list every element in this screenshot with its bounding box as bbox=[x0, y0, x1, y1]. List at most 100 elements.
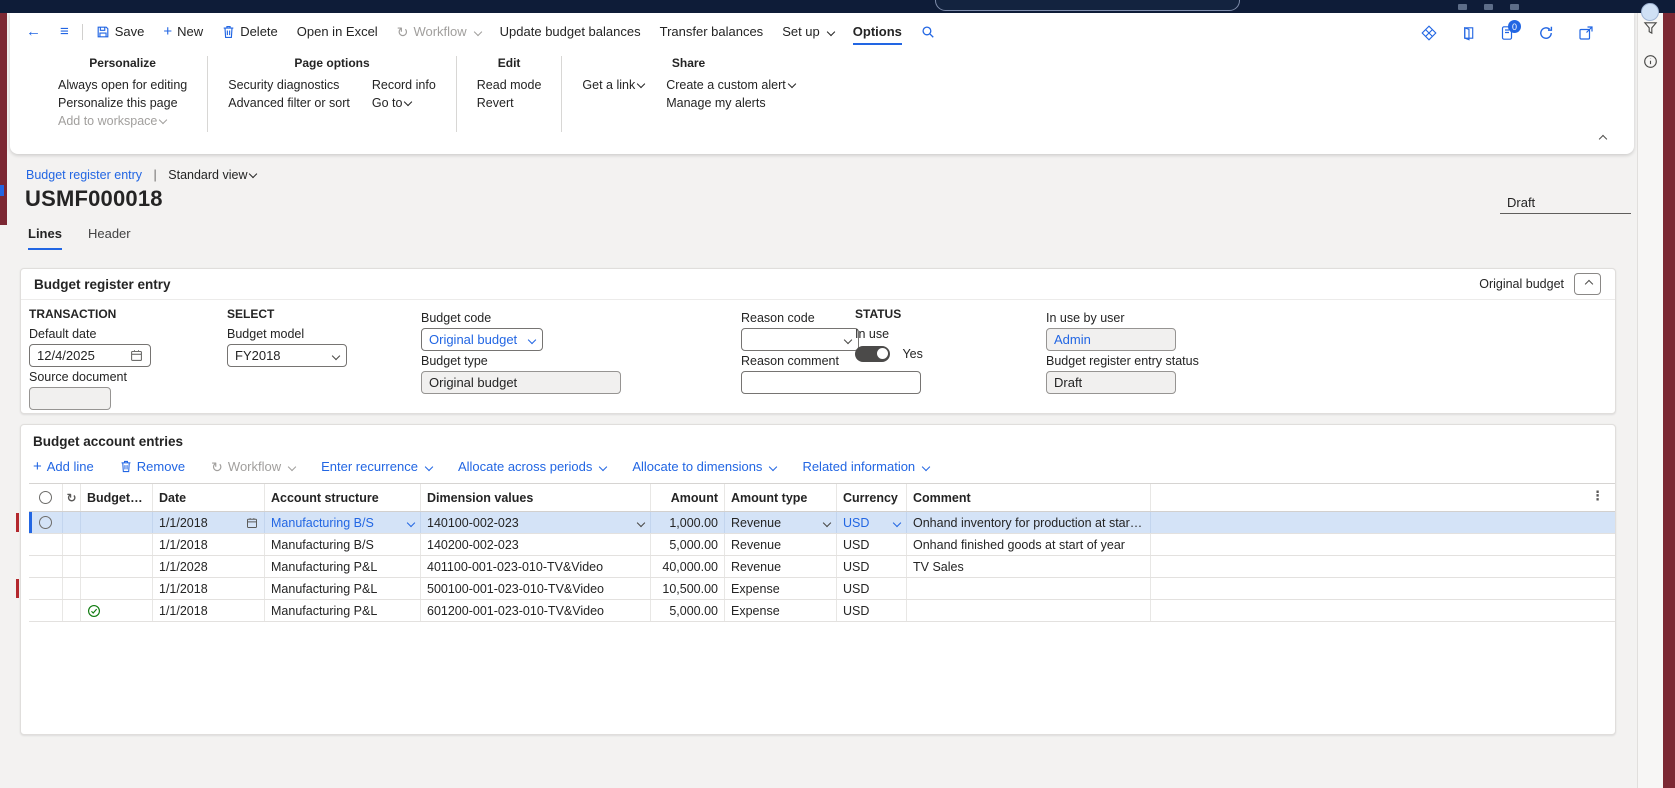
currency-cell[interactable]: USD bbox=[837, 534, 907, 555]
row-select-cell[interactable] bbox=[29, 556, 63, 577]
refresh-column-header[interactable]: ↻ bbox=[63, 484, 81, 511]
new-button[interactable]: + New bbox=[163, 24, 203, 39]
add-to-workspace-button[interactable]: Add to workspace bbox=[58, 114, 187, 129]
delete-button[interactable]: Delete bbox=[222, 24, 278, 39]
date-cell[interactable]: 1/1/2018 bbox=[153, 512, 265, 533]
related-information-button[interactable]: Related information bbox=[802, 459, 931, 474]
comment-cell[interactable]: Onhand finished goods at start of year bbox=[907, 534, 1151, 555]
amount-type-cell[interactable]: Revenue bbox=[725, 512, 837, 533]
read-mode-button[interactable]: Read mode bbox=[477, 78, 542, 93]
table-row[interactable]: 1/1/2018 Manufacturing P&L 601200-001-023-… bbox=[29, 600, 1615, 622]
dimension-values-cell[interactable]: 140100-002-023 bbox=[421, 512, 651, 533]
amount-type-cell[interactable]: Expense bbox=[725, 578, 837, 599]
dimension-values-cell[interactable]: 601200-001-023-010-TV&Video bbox=[421, 600, 651, 621]
comment-cell[interactable] bbox=[907, 600, 1151, 621]
row-refresh-cell[interactable] bbox=[63, 534, 81, 555]
amount-cell[interactable]: 10,500.00 bbox=[651, 578, 725, 599]
back-button[interactable]: ← bbox=[26, 24, 41, 39]
allocate-to-dimensions-button[interactable]: Allocate to dimensions bbox=[632, 459, 778, 474]
col-account-structure[interactable]: Account structure bbox=[265, 484, 421, 511]
comment-cell[interactable] bbox=[907, 578, 1151, 599]
open-in-new-window-icon[interactable] bbox=[1578, 25, 1594, 46]
col-budget-check[interactable]: Budget ch... bbox=[81, 484, 153, 511]
row-select-cell[interactable] bbox=[29, 578, 63, 599]
date-cell[interactable]: 1/1/2018 bbox=[153, 534, 265, 555]
task-recorder-icon[interactable] bbox=[1421, 25, 1437, 46]
tab-lines[interactable]: Lines bbox=[28, 226, 62, 250]
table-row[interactable]: 1/1/2018 Manufacturing B/S 140100-002-023 1… bbox=[16, 512, 1615, 534]
default-date-field[interactable]: 12/4/2025 bbox=[29, 344, 151, 367]
col-currency[interactable]: Currency bbox=[837, 484, 907, 511]
comment-cell[interactable]: TV Sales bbox=[907, 556, 1151, 577]
allocate-across-periods-button[interactable]: Allocate across periods bbox=[458, 459, 608, 474]
filler-cell[interactable] bbox=[1151, 556, 1615, 577]
budget-check-cell[interactable] bbox=[81, 512, 153, 533]
titlebar-search-box[interactable] bbox=[935, 0, 1240, 11]
amount-type-cell[interactable]: Revenue bbox=[725, 534, 837, 555]
date-cell[interactable]: 1/1/2028 bbox=[153, 556, 265, 577]
avatar[interactable] bbox=[1641, 3, 1659, 21]
options-tab[interactable]: Options bbox=[852, 24, 902, 45]
amount-cell[interactable]: 40,000.00 bbox=[651, 556, 725, 577]
budget-check-cell[interactable] bbox=[81, 578, 153, 599]
currency-cell[interactable]: USD bbox=[837, 578, 907, 599]
go-to-button[interactable]: Go to bbox=[372, 96, 436, 111]
row-select-cell[interactable] bbox=[29, 512, 63, 533]
budget-check-cell[interactable] bbox=[81, 556, 153, 577]
amount-cell[interactable]: 1,000.00 bbox=[651, 512, 725, 533]
workflow-button[interactable]: ↻ Workflow bbox=[397, 24, 482, 39]
account-structure-cell[interactable]: Manufacturing P&L bbox=[265, 600, 421, 621]
select-all-header[interactable] bbox=[29, 484, 63, 511]
comment-cell[interactable]: Onhand inventory for production at start… bbox=[907, 512, 1151, 533]
set-up-button[interactable]: Set up bbox=[782, 24, 836, 39]
row-refresh-cell[interactable] bbox=[63, 578, 81, 599]
create-a-custom-alert-button[interactable]: Create a custom alert bbox=[666, 78, 796, 93]
record-info-button[interactable]: Record info bbox=[372, 78, 436, 93]
get-a-link-button[interactable]: Get a link bbox=[582, 78, 646, 93]
budget-code-field[interactable]: Original budget bbox=[421, 328, 543, 351]
save-button[interactable]: Save bbox=[96, 24, 144, 39]
dimension-values-cell[interactable]: 401100-001-023-010-TV&Video bbox=[421, 556, 651, 577]
filler-cell[interactable] bbox=[1151, 600, 1615, 621]
reason-comment-field[interactable] bbox=[741, 371, 921, 394]
budget-check-cell[interactable] bbox=[81, 600, 153, 621]
reason-code-field[interactable] bbox=[741, 328, 859, 351]
row-select-circle[interactable] bbox=[39, 516, 52, 529]
table-row[interactable]: 1/1/2028 Manufacturing P&L 401100-001-023-… bbox=[29, 556, 1615, 578]
account-structure-cell[interactable]: Manufacturing B/S bbox=[265, 512, 421, 533]
table-row[interactable]: 1/1/2018 Manufacturing B/S 140200-002-023 5… bbox=[29, 534, 1615, 556]
company-book-icon[interactable] bbox=[1461, 25, 1476, 46]
remove-button[interactable]: Remove bbox=[120, 459, 185, 474]
col-dimension-values[interactable]: Dimension values bbox=[421, 484, 651, 511]
transfer-balances-button[interactable]: Transfer balances bbox=[660, 24, 764, 39]
tab-header[interactable]: Header bbox=[88, 226, 131, 250]
account-structure-cell[interactable]: Manufacturing P&L bbox=[265, 556, 421, 577]
dimension-values-cell[interactable]: 140200-002-023 bbox=[421, 534, 651, 555]
account-structure-cell[interactable]: Manufacturing B/S bbox=[265, 534, 421, 555]
date-cell[interactable]: 1/1/2018 bbox=[153, 578, 265, 599]
currency-cell[interactable]: USD bbox=[837, 512, 907, 533]
add-line-button[interactable]: + Add line bbox=[33, 459, 94, 474]
update-budget-balances-button[interactable]: Update budget balances bbox=[500, 24, 641, 39]
amount-type-cell[interactable]: Expense bbox=[725, 600, 837, 621]
row-refresh-cell[interactable] bbox=[63, 600, 81, 621]
col-amount[interactable]: Amount bbox=[651, 484, 725, 511]
refresh-icon[interactable] bbox=[1538, 25, 1554, 46]
breadcrumb-page-link[interactable]: Budget register entry bbox=[26, 168, 142, 182]
dimension-values-cell[interactable]: 500100-001-023-010-TV&Video bbox=[421, 578, 651, 599]
col-amount-type[interactable]: Amount type bbox=[725, 484, 837, 511]
col-comment[interactable]: Comment bbox=[907, 484, 1151, 511]
budget-model-field[interactable]: FY2018 bbox=[227, 344, 347, 367]
revert-button[interactable]: Revert bbox=[477, 96, 542, 111]
currency-cell[interactable]: USD bbox=[837, 556, 907, 577]
row-select-cell[interactable] bbox=[29, 600, 63, 621]
enter-recurrence-button[interactable]: Enter recurrence bbox=[321, 459, 434, 474]
open-in-excel-button[interactable]: Open in Excel bbox=[297, 24, 378, 39]
in-use-toggle[interactable] bbox=[855, 345, 890, 362]
workflow-button[interactable]: ↻ Workflow bbox=[211, 459, 297, 474]
nav-menu-button[interactable]: ≡ bbox=[60, 24, 69, 39]
amount-type-cell[interactable]: Revenue bbox=[725, 556, 837, 577]
filler-cell[interactable] bbox=[1151, 512, 1615, 533]
filler-cell[interactable] bbox=[1151, 534, 1615, 555]
col-date[interactable]: Date bbox=[153, 484, 265, 511]
